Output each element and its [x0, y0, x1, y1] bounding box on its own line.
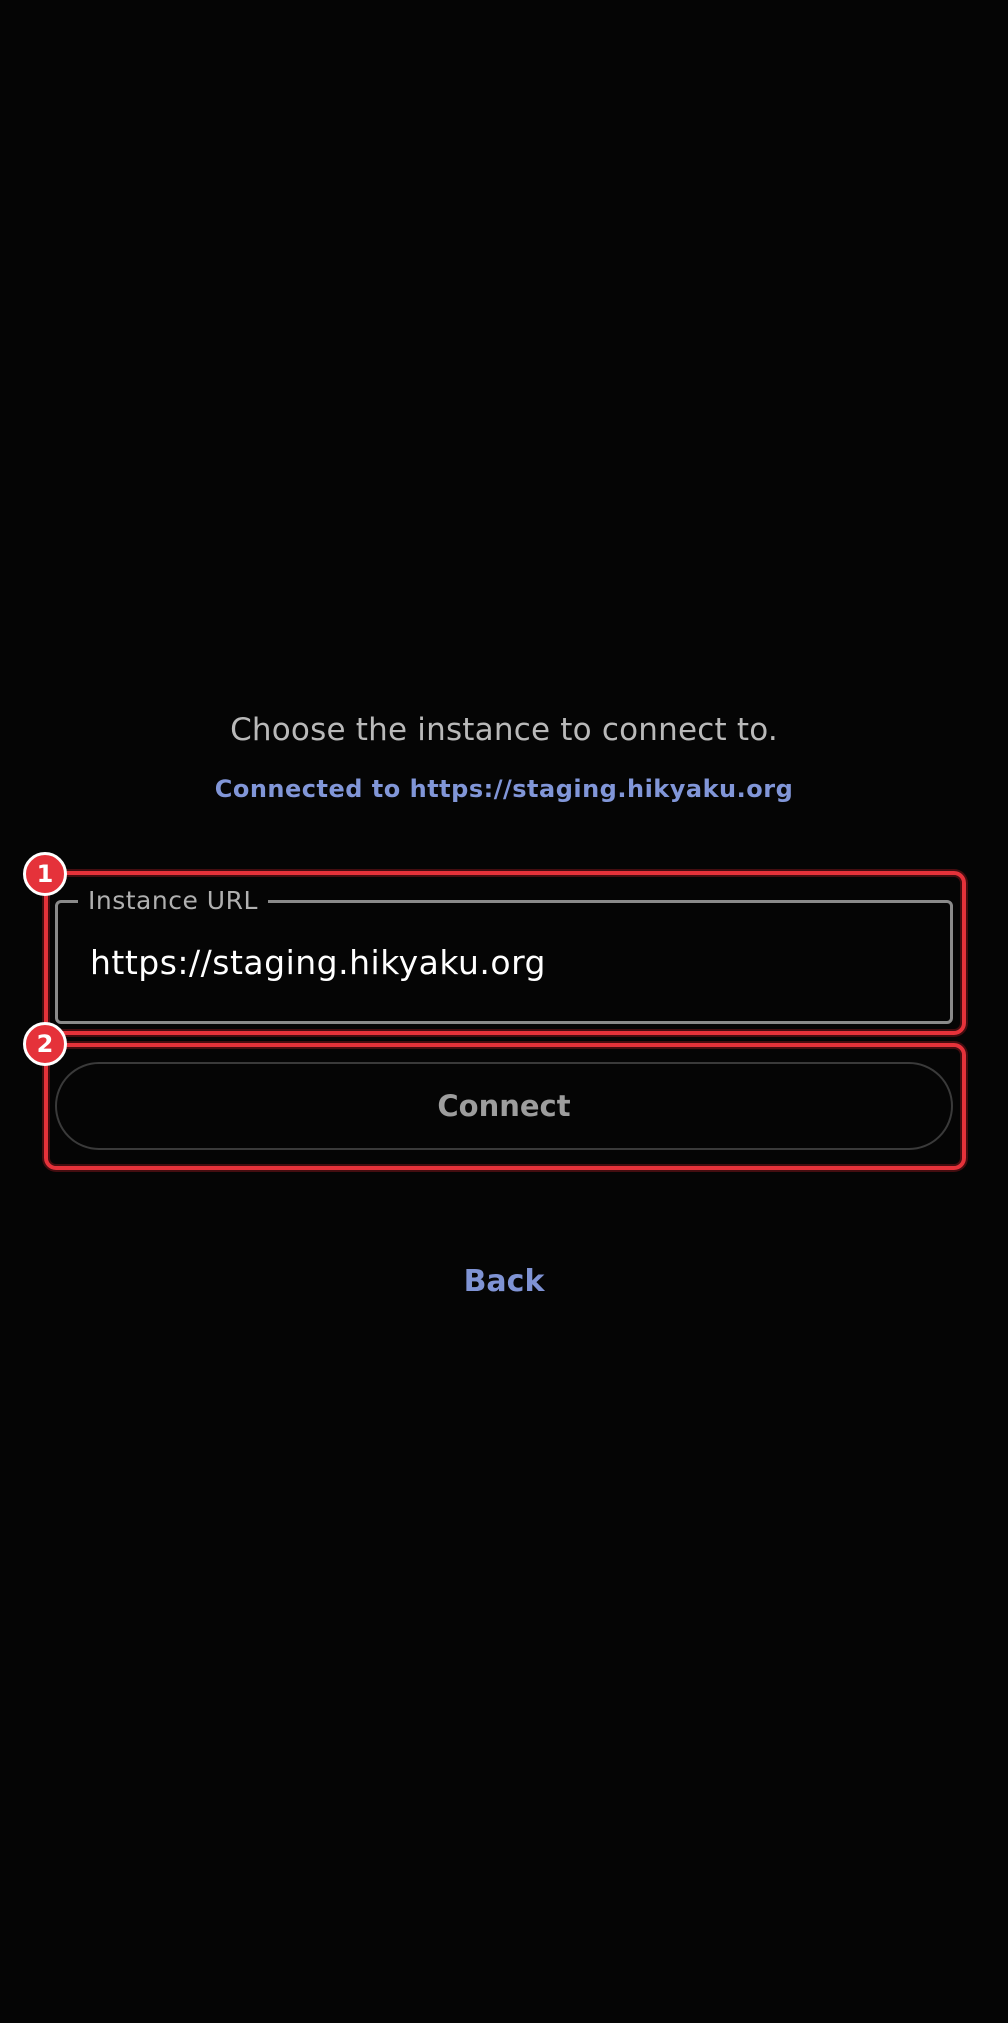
connect-button[interactable]: Connect [55, 1062, 953, 1150]
back-button[interactable]: Back [0, 1264, 1008, 1299]
instance-url-input[interactable] [90, 903, 930, 1021]
instance-url-field[interactable]: Instance URL [55, 884, 953, 1024]
annotation-badge-2: 2 [23, 1022, 67, 1066]
connection-status: Connected to https://staging.hikyaku.org [214, 775, 794, 803]
instance-prompt: Choose the instance to connect to. [230, 712, 778, 748]
annotation-badge-1: 1 [23, 852, 67, 896]
